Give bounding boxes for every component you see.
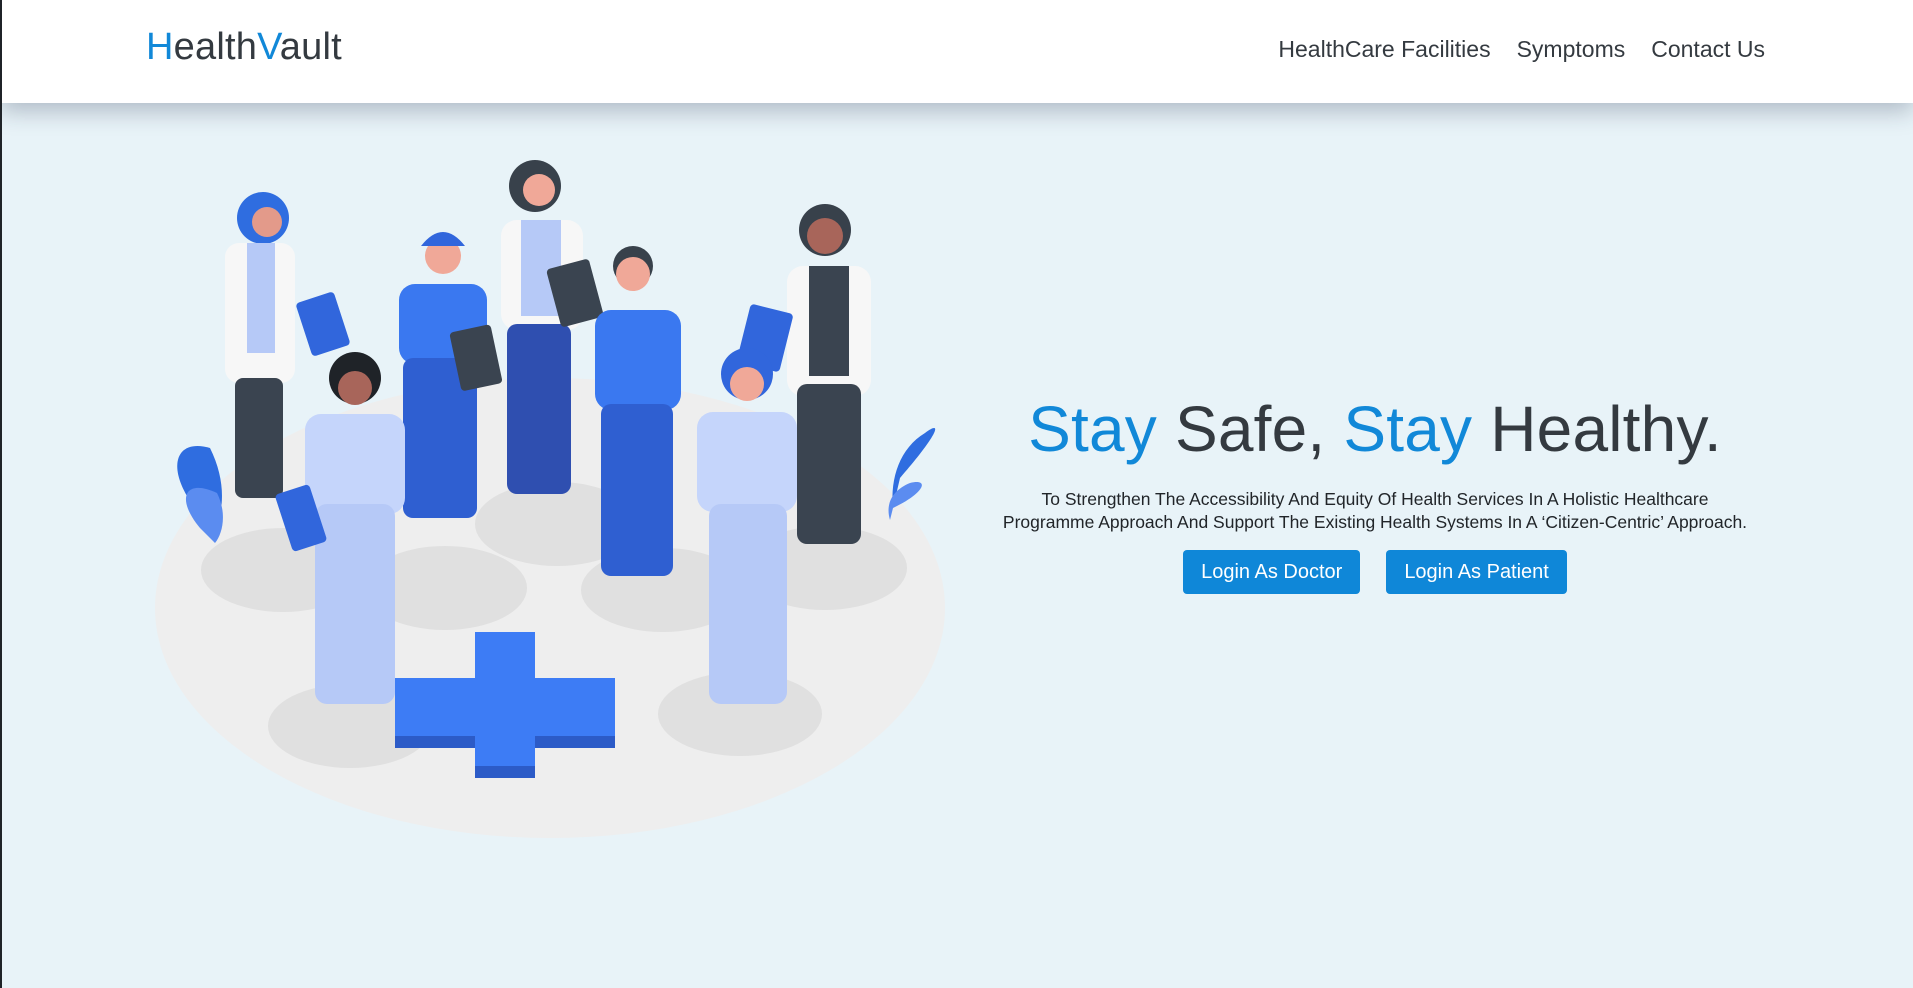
headline-word-stay-1: Stay — [1028, 393, 1157, 465]
nav-link-symptoms[interactable]: Symptoms — [1517, 36, 1626, 63]
brand-initial-h: H — [146, 26, 174, 68]
login-buttons: Login As Doctor Login As Patient — [960, 550, 1790, 594]
navbar: HealthVault HealthCare Facilities Sympto… — [0, 0, 1913, 103]
tagline-line-1: To Strengthen The Accessibility And Equi… — [1041, 489, 1709, 509]
tagline-line-2: Programme Approach And Support The Exist… — [1002, 512, 1748, 532]
headline-word-healthy: Healthy. — [1472, 393, 1722, 465]
login-patient-button[interactable]: Login As Patient — [1386, 550, 1567, 594]
nurse-figure-2 — [595, 246, 681, 576]
medical-team-illustration — [155, 160, 945, 838]
nav-link-healthcare-facilities[interactable]: HealthCare Facilities — [1278, 36, 1490, 63]
login-doctor-button[interactable]: Login As Doctor — [1183, 550, 1361, 594]
window-edge — [0, 0, 2, 988]
headline-word-safe: Safe, — [1156, 393, 1344, 465]
brand-text-ault: ault — [279, 26, 342, 68]
hero-tagline: To Strengthen The Accessibility And Equi… — [960, 488, 1790, 534]
brand-text-ealth: ealth — [173, 26, 258, 68]
nav-link-contact-us[interactable]: Contact Us — [1651, 36, 1765, 63]
hero-section: Stay Safe, Stay Healthy. To Strengthen T… — [960, 392, 1790, 594]
hero-headline: Stay Safe, Stay Healthy. — [960, 392, 1790, 466]
illustration-leaves-right — [888, 428, 936, 520]
headline-word-stay-2: Stay — [1343, 393, 1473, 465]
brand-logo[interactable]: HealthVault — [146, 26, 342, 69]
nav-menu: HealthCare Facilities Symptoms Contact U… — [1278, 36, 1765, 63]
brand-initial-v: V — [257, 26, 280, 68]
